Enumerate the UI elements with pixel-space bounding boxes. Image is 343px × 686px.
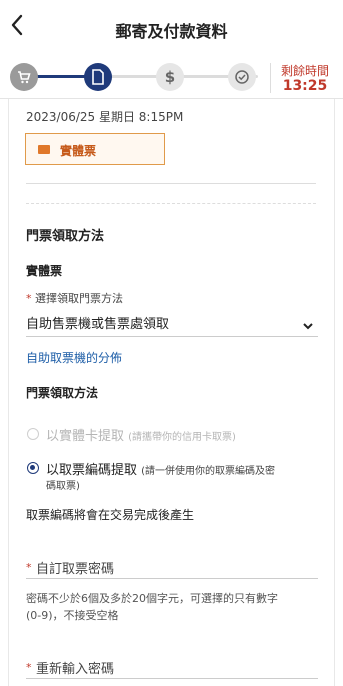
option-physical-card[interactable]: 以實體卡提取 (請攜帶你的信用卡取票) xyxy=(46,425,236,444)
required-mark: * xyxy=(26,292,32,305)
required-mark: * xyxy=(26,561,32,574)
pickup-method-select[interactable]: 自助售票機或售票處領取 xyxy=(26,308,318,337)
chevron-down-icon xyxy=(302,316,314,335)
content-border-left xyxy=(8,99,9,686)
dashed-divider xyxy=(26,203,316,204)
document-icon xyxy=(84,63,112,91)
password-rule-cont: (0-9)，不接受空格 xyxy=(26,609,119,622)
ticket-code-note: 取票編碼將會在交易完成後產生 xyxy=(26,508,195,522)
dollar-icon: $ xyxy=(156,63,184,91)
ticket-icon xyxy=(38,145,50,154)
ticket-type-label: 實體票 xyxy=(60,144,97,158)
timer-value: 13:25 xyxy=(282,78,328,94)
timer-divider xyxy=(270,63,271,93)
password-rule: 密碼不少於6個及多於20個字元，可選擇的只有數字 xyxy=(26,592,278,605)
kiosk-locations-link[interactable]: 自助取票機的分佈 xyxy=(26,349,122,366)
content-border-right xyxy=(334,99,335,686)
cart-icon xyxy=(10,63,38,91)
select-label-text: 選擇領取門票方法 xyxy=(35,292,123,305)
radio-ticket-code[interactable] xyxy=(27,462,39,474)
option-ticket-code-hint: (請一併使用你的取票編碼及密 xyxy=(141,466,276,477)
subsection-title: 實體票 xyxy=(26,264,63,278)
ticket-type-badge: 實體票 xyxy=(25,133,165,165)
option-ticket-code[interactable]: 以取票編碼提取 (請一併使用你的取票編碼及密 xyxy=(46,459,275,478)
section-title: 門票領取方法 xyxy=(26,229,105,244)
select-label: * 選擇領取門票方法 xyxy=(26,290,123,306)
custom-password-field[interactable]: * 自訂取票密碼 xyxy=(26,556,318,579)
header: 郵寄及付款資料 xyxy=(0,0,343,58)
event-date: 2023/06/25 星期日 8:15PM xyxy=(26,110,184,124)
confirm-password-field[interactable]: * 重新輸入密碼 xyxy=(26,656,318,679)
check-icon xyxy=(228,63,256,91)
option-ticket-code-label: 以取票編碼提取 xyxy=(46,463,138,478)
option-ticket-code-hint-cont: 碼取票) xyxy=(46,481,80,492)
header-divider xyxy=(0,98,343,99)
option-physical-card-label: 以實體卡提取 xyxy=(46,429,125,444)
custom-password-placeholder: 自訂取票密碼 xyxy=(36,562,115,577)
page-title: 郵寄及付款資料 xyxy=(115,22,228,41)
option-physical-card-hint: (請攜帶你的信用卡取票) xyxy=(128,432,236,443)
confirm-password-placeholder: 重新輸入密碼 xyxy=(36,662,115,677)
radio-dot xyxy=(30,465,35,470)
select-value: 自助售票機或售票處領取 xyxy=(26,317,170,332)
timer-label: 剩餘時間 xyxy=(280,64,329,78)
divider xyxy=(26,183,316,184)
radio-physical-card[interactable] xyxy=(27,428,39,440)
method-title: 門票領取方法 xyxy=(26,386,99,400)
required-mark: * xyxy=(26,661,32,674)
